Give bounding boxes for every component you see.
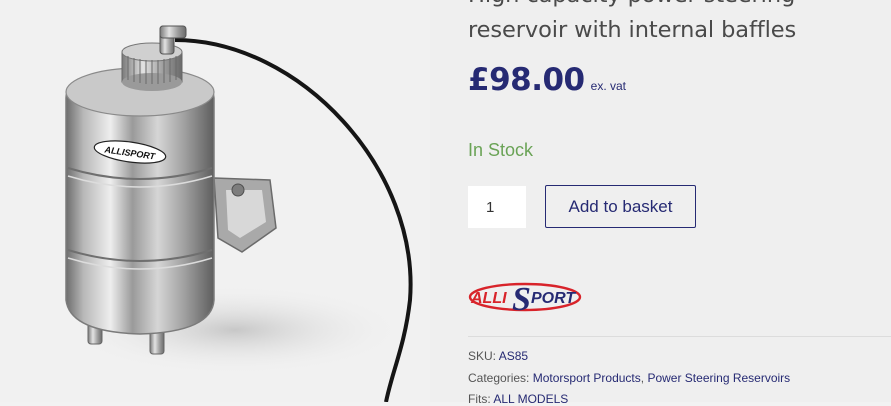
price-suffix: ex. vat xyxy=(590,79,626,93)
stock-status: In Stock xyxy=(468,140,534,160)
allisport-logo-icon: ALLI S PORT xyxy=(468,281,582,318)
sku-label: SKU: xyxy=(468,349,497,363)
categories-label: Categories: xyxy=(468,371,530,385)
sku-value[interactable]: AS85 xyxy=(499,349,528,363)
brand-logo[interactable]: ALLI S PORT xyxy=(467,276,585,323)
reservoir-photo: ALLISPORT xyxy=(65,25,413,402)
categories-separator: , xyxy=(640,371,645,385)
product-title: High capacity power steering reservoir w… xyxy=(468,0,888,48)
logo-text-port: PORT xyxy=(531,290,576,307)
add-to-basket-button[interactable]: Add to basket xyxy=(545,185,696,228)
category-link-power-steering-reservoirs[interactable]: Power Steering Reservoirs xyxy=(647,371,790,385)
price-row: £98.00 ex. vat xyxy=(468,62,626,98)
fits-label: Fits: xyxy=(468,392,491,406)
product-title-line-1: High capacity power steering xyxy=(468,0,795,8)
logo-letter-s: S xyxy=(512,281,531,318)
fits-row: Fits: ALL MODELS xyxy=(468,392,568,406)
categories-row: Categories: Motorsport Products, Power S… xyxy=(468,371,790,385)
sku-row: SKU: AS85 xyxy=(468,349,528,363)
product-image[interactable]: ALLISPORT xyxy=(0,0,430,402)
logo-text-alli: ALLI xyxy=(470,290,507,307)
product-title-line-2: reservoir with internal baffles xyxy=(468,17,797,43)
product-summary: High capacity power steering reservoir w… xyxy=(430,0,891,406)
meta-divider xyxy=(468,336,891,337)
product-price: £98.00 xyxy=(468,62,585,98)
category-link-motorsport-products[interactable]: Motorsport Products xyxy=(533,371,641,385)
quantity-input[interactable] xyxy=(468,186,526,228)
fits-value[interactable]: ALL MODELS xyxy=(493,392,568,406)
